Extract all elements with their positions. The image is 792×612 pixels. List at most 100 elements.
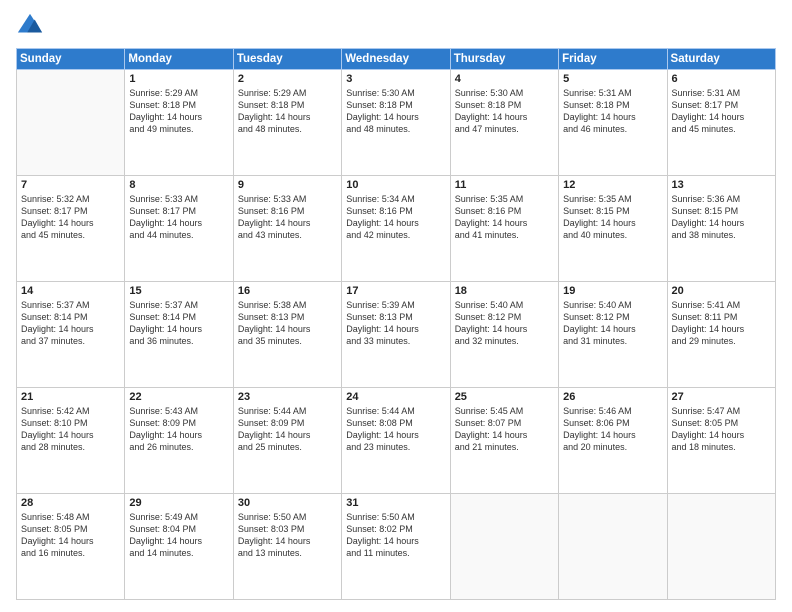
day-number: 5 [563, 73, 662, 85]
calendar-cell: 1Sunrise: 5:29 AM Sunset: 8:18 PM Daylig… [125, 70, 233, 176]
day-number: 10 [346, 179, 445, 191]
day-number: 19 [563, 285, 662, 297]
calendar-week-5: 28 Sunrise: 5:48 AM Sunset: 8:05 PM Dayli… [17, 494, 776, 600]
day-number: 18 [455, 285, 554, 297]
day-info: Sunrise: 5:35 AM Sunset: 8:15 PM Dayligh… [563, 193, 662, 242]
day-number: 13 [672, 179, 771, 191]
calendar-week-3: 14 Sunrise: 5:37 AM Sunset: 8:14 PM Dayli… [17, 282, 776, 388]
day-number: 30 [238, 497, 337, 509]
day-info: Sunrise: 5:36 AM Sunset: 8:15 PM Dayligh… [672, 193, 771, 242]
day-number: 4 [455, 73, 554, 85]
calendar-cell: 6 Sunrise: 5:31 AM Sunset: 8:17 PM Daylig… [667, 70, 775, 176]
day-info: Sunrise: 5:44 AM Sunset: 8:08 PM Dayligh… [346, 405, 445, 454]
calendar-table: SundayMondayTuesdayWednesdayThursdayFrid… [16, 48, 776, 600]
calendar-cell: 30Sunrise: 5:50 AM Sunset: 8:03 PM Dayli… [233, 494, 341, 600]
calendar-week-1: 1Sunrise: 5:29 AM Sunset: 8:18 PM Daylig… [17, 70, 776, 176]
day-info: Sunrise: 5:34 AM Sunset: 8:16 PM Dayligh… [346, 193, 445, 242]
weekday-header-tuesday: Tuesday [233, 49, 341, 70]
day-info: Sunrise: 5:37 AM Sunset: 8:14 PM Dayligh… [129, 299, 228, 348]
calendar-cell: 12 Sunrise: 5:35 AM Sunset: 8:15 PM Dayli… [559, 176, 667, 282]
calendar-cell: 21 Sunrise: 5:42 AM Sunset: 8:10 PM Dayli… [17, 388, 125, 494]
day-info: Sunrise: 5:39 AM Sunset: 8:13 PM Dayligh… [346, 299, 445, 348]
calendar-cell: 3Sunrise: 5:30 AM Sunset: 8:18 PM Daylig… [342, 70, 450, 176]
day-number: 27 [672, 391, 771, 403]
calendar-cell: 17 Sunrise: 5:39 AM Sunset: 8:13 PM Dayli… [342, 282, 450, 388]
calendar-cell: 13 Sunrise: 5:36 AM Sunset: 8:15 PM Dayli… [667, 176, 775, 282]
weekday-header-thursday: Thursday [450, 49, 558, 70]
day-info: Sunrise: 5:43 AM Sunset: 8:09 PM Dayligh… [129, 405, 228, 454]
day-number: 12 [563, 179, 662, 191]
day-number: 16 [238, 285, 337, 297]
day-info: Sunrise: 5:42 AM Sunset: 8:10 PM Dayligh… [21, 405, 120, 454]
day-info: Sunrise: 5:40 AM Sunset: 8:12 PM Dayligh… [455, 299, 554, 348]
calendar-cell: 20 Sunrise: 5:41 AM Sunset: 8:11 PM Dayli… [667, 282, 775, 388]
weekday-header-sunday: Sunday [17, 49, 125, 70]
day-number: 6 [672, 73, 771, 85]
day-number: 14 [21, 285, 120, 297]
day-info: Sunrise: 5:33 AM Sunset: 8:17 PM Dayligh… [129, 193, 228, 242]
calendar-cell: 31Sunrise: 5:50 AM Sunset: 8:02 PM Dayli… [342, 494, 450, 600]
calendar-cell [559, 494, 667, 600]
day-number: 17 [346, 285, 445, 297]
calendar-cell: 2Sunrise: 5:29 AM Sunset: 8:18 PM Daylig… [233, 70, 341, 176]
logo-icon [16, 12, 44, 40]
day-number: 22 [129, 391, 228, 403]
day-number: 29 [129, 497, 228, 509]
calendar-cell [450, 494, 558, 600]
weekday-header-saturday: Saturday [667, 49, 775, 70]
day-number: 21 [21, 391, 120, 403]
calendar-cell: 28 Sunrise: 5:48 AM Sunset: 8:05 PM Dayli… [17, 494, 125, 600]
day-info: Sunrise: 5:31 AM Sunset: 8:17 PM Dayligh… [672, 87, 771, 136]
day-info: Sunrise: 5:29 AM Sunset: 8:18 PM Dayligh… [238, 87, 337, 136]
calendar-cell: 22 Sunrise: 5:43 AM Sunset: 8:09 PM Dayli… [125, 388, 233, 494]
day-info: Sunrise: 5:46 AM Sunset: 8:06 PM Dayligh… [563, 405, 662, 454]
day-number: 15 [129, 285, 228, 297]
day-number: 9 [238, 179, 337, 191]
day-info: Sunrise: 5:41 AM Sunset: 8:11 PM Dayligh… [672, 299, 771, 348]
day-number: 7 [21, 179, 120, 191]
day-number: 11 [455, 179, 554, 191]
weekday-header-wednesday: Wednesday [342, 49, 450, 70]
day-info: Sunrise: 5:47 AM Sunset: 8:05 PM Dayligh… [672, 405, 771, 454]
calendar-cell: 26 Sunrise: 5:46 AM Sunset: 8:06 PM Dayli… [559, 388, 667, 494]
calendar-cell: 23 Sunrise: 5:44 AM Sunset: 8:09 PM Dayli… [233, 388, 341, 494]
day-number: 28 [21, 497, 120, 509]
day-info: Sunrise: 5:30 AM Sunset: 8:18 PM Dayligh… [455, 87, 554, 136]
day-info: Sunrise: 5:31 AM Sunset: 8:18 PM Dayligh… [563, 87, 662, 136]
calendar-cell: 18 Sunrise: 5:40 AM Sunset: 8:12 PM Dayli… [450, 282, 558, 388]
day-info: Sunrise: 5:49 AM Sunset: 8:04 PM Dayligh… [129, 511, 228, 560]
calendar-cell: 8 Sunrise: 5:33 AM Sunset: 8:17 PM Daylig… [125, 176, 233, 282]
day-number: 8 [129, 179, 228, 191]
day-info: Sunrise: 5:33 AM Sunset: 8:16 PM Dayligh… [238, 193, 337, 242]
calendar-cell: 11Sunrise: 5:35 AM Sunset: 8:16 PM Dayli… [450, 176, 558, 282]
calendar-cell [667, 494, 775, 600]
weekday-header-row: SundayMondayTuesdayWednesdayThursdayFrid… [17, 49, 776, 70]
calendar-cell: 4 Sunrise: 5:30 AM Sunset: 8:18 PM Daylig… [450, 70, 558, 176]
day-info: Sunrise: 5:44 AM Sunset: 8:09 PM Dayligh… [238, 405, 337, 454]
calendar-cell: 29 Sunrise: 5:49 AM Sunset: 8:04 PM Dayli… [125, 494, 233, 600]
day-info: Sunrise: 5:32 AM Sunset: 8:17 PM Dayligh… [21, 193, 120, 242]
calendar-cell: 14Sunrise: 5:37 AM Sunset: 8:14 PM Dayli… [17, 282, 125, 388]
weekday-header-friday: Friday [559, 49, 667, 70]
calendar-cell: 10 Sunrise: 5:34 AM Sunset: 8:16 PM Dayli… [342, 176, 450, 282]
calendar-cell: 27 Sunrise: 5:47 AM Sunset: 8:05 PM Dayli… [667, 388, 775, 494]
header [16, 12, 776, 40]
calendar-cell: 19 Sunrise: 5:40 AM Sunset: 8:12 PM Dayli… [559, 282, 667, 388]
calendar-cell: 5 Sunrise: 5:31 AM Sunset: 8:18 PM Daylig… [559, 70, 667, 176]
calendar-week-4: 21 Sunrise: 5:42 AM Sunset: 8:10 PM Dayli… [17, 388, 776, 494]
calendar-cell: 15 Sunrise: 5:37 AM Sunset: 8:14 PM Dayli… [125, 282, 233, 388]
day-number: 23 [238, 391, 337, 403]
day-number: 26 [563, 391, 662, 403]
logo [16, 12, 48, 40]
day-info: Sunrise: 5:48 AM Sunset: 8:05 PM Dayligh… [21, 511, 120, 560]
calendar-cell: 16Sunrise: 5:38 AM Sunset: 8:13 PM Dayli… [233, 282, 341, 388]
calendar-cell: 24 Sunrise: 5:44 AM Sunset: 8:08 PM Dayli… [342, 388, 450, 494]
day-number: 25 [455, 391, 554, 403]
day-info: Sunrise: 5:40 AM Sunset: 8:12 PM Dayligh… [563, 299, 662, 348]
weekday-header-monday: Monday [125, 49, 233, 70]
day-info: Sunrise: 5:45 AM Sunset: 8:07 PM Dayligh… [455, 405, 554, 454]
day-number: 24 [346, 391, 445, 403]
day-info: Sunrise: 5:30 AM Sunset: 8:18 PM Dayligh… [346, 87, 445, 136]
day-number: 20 [672, 285, 771, 297]
day-info: Sunrise: 5:50 AM Sunset: 8:02 PM Dayligh… [346, 511, 445, 560]
